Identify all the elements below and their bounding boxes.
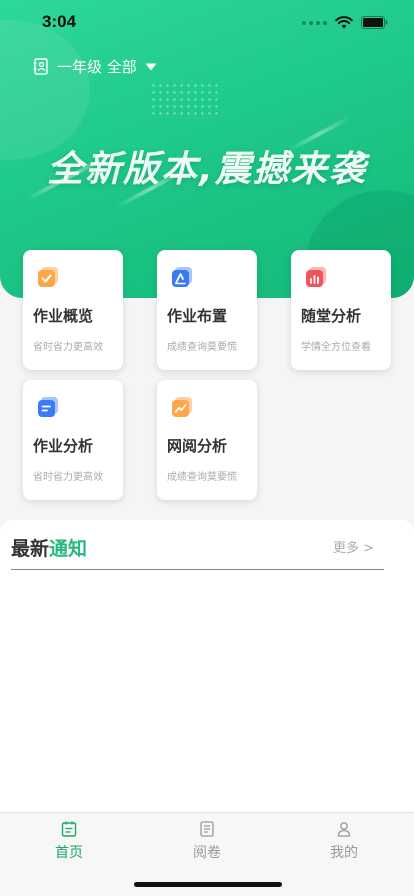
card-title: 作业分析 <box>33 437 94 455</box>
card-subtitle: 成绩查询莫要慌 <box>167 342 237 353</box>
card-online-marking-analysis[interactable]: 网阅分析 成绩查询莫要慌 <box>157 380 257 500</box>
banner-dot-pattern <box>150 82 220 116</box>
card-subtitle: 成绩查询莫要慌 <box>167 472 237 483</box>
notice-title-part2: 通知 <box>49 538 88 560</box>
tab-profile-label: 我的 <box>330 845 358 861</box>
notice-title: 最新通知 <box>11 534 87 561</box>
homework-overview-icon <box>38 267 58 287</box>
tab-home-label: 首页 <box>55 845 83 861</box>
home-icon <box>61 821 77 837</box>
card-homework-overview[interactable]: 作业概览 省时省力更高效 <box>23 250 123 370</box>
card-homework-analysis[interactable]: 作业分析 省时省力更高效 <box>23 380 123 500</box>
tab-profile[interactable]: 我的 <box>314 821 374 867</box>
grade-selector[interactable]: 一年级 全部 <box>33 56 157 77</box>
card-title: 作业概览 <box>33 307 94 325</box>
assign-homework-icon <box>172 267 192 287</box>
homework-analysis-icon <box>38 397 58 417</box>
status-bar: 3:04 <box>0 0 414 46</box>
contacts-book-icon <box>33 58 48 75</box>
card-subtitle: 省时省力更高效 <box>33 342 103 353</box>
card-subtitle: 学情全方位查看 <box>301 342 371 353</box>
classroom-analysis-icon <box>306 267 326 287</box>
card-classroom-analysis[interactable]: 随堂分析 学情全方位查看 <box>291 250 391 370</box>
card-title: 作业布置 <box>167 307 228 325</box>
grade-selector-label: 一年级 全部 <box>57 58 137 76</box>
more-link[interactable]: 更多 > <box>333 537 374 556</box>
card-title: 随堂分析 <box>301 307 362 325</box>
card-subtitle: 省时省力更高效 <box>33 472 103 483</box>
status-icons <box>302 16 388 29</box>
status-time: 3:04 <box>42 12 77 31</box>
wifi-icon <box>335 16 353 29</box>
marking-icon <box>200 821 214 837</box>
dropdown-arrow-icon <box>145 63 157 70</box>
notice-section: 最新通知 更多 > <box>0 520 414 812</box>
notice-divider <box>11 569 384 570</box>
card-title: 网阅分析 <box>167 437 228 455</box>
card-assign-homework[interactable]: 作业布置 成绩查询莫要慌 <box>157 250 257 370</box>
online-marking-icon <box>172 397 192 417</box>
home-indicator <box>134 882 282 887</box>
cellular-signal-icon <box>302 20 327 25</box>
tab-marking[interactable]: 阅卷 <box>177 821 237 867</box>
battery-icon <box>361 16 388 29</box>
banner-slogan: 全新版本,震撼来袭 <box>47 149 367 190</box>
tab-home[interactable]: 首页 <box>39 821 99 867</box>
tab-marking-label: 阅卷 <box>193 845 221 861</box>
notice-title-part1: 最新 <box>11 538 50 560</box>
profile-icon <box>337 822 351 837</box>
